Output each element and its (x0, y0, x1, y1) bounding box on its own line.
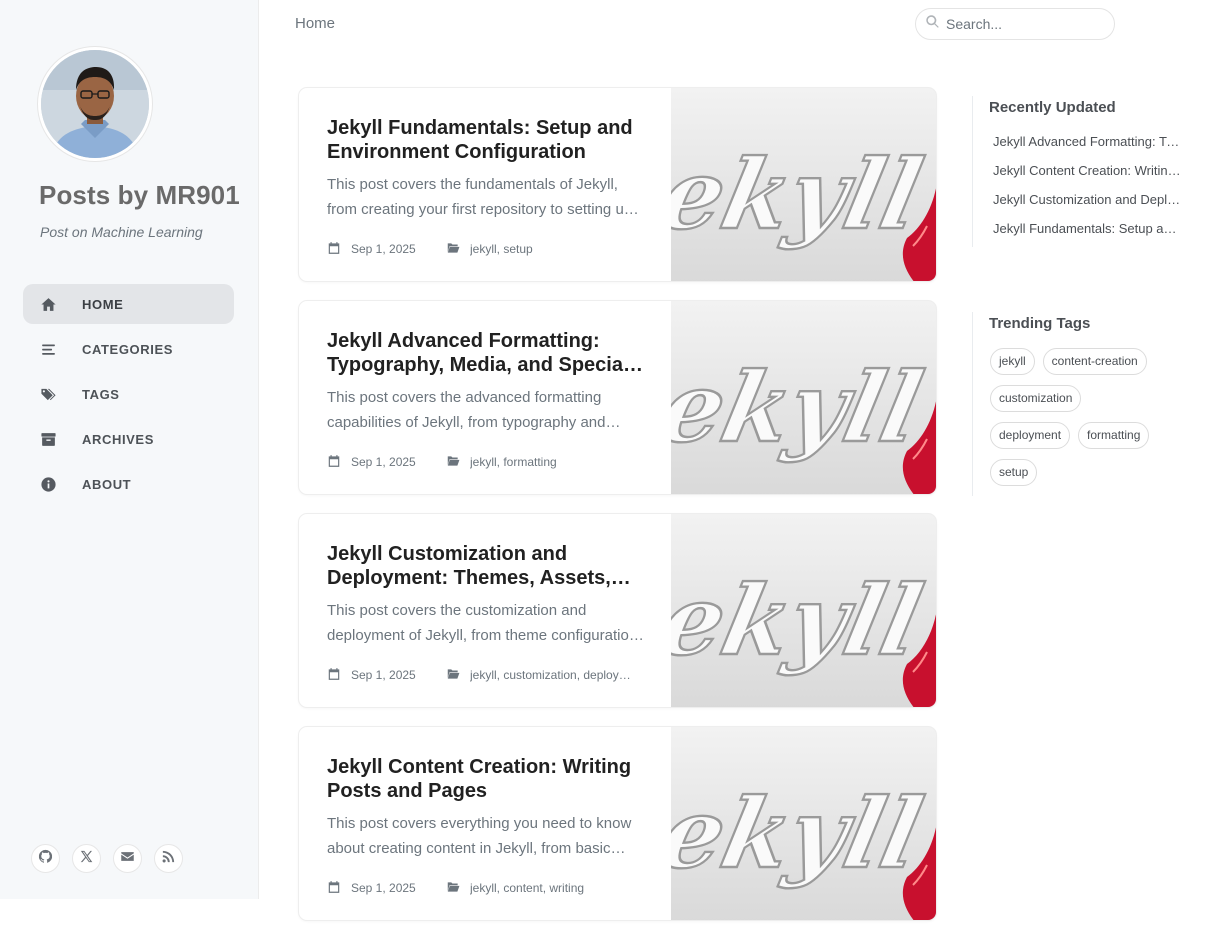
search-icon (925, 14, 946, 34)
sidebar-item-about[interactable]: ABOUT (23, 464, 234, 504)
post-categories: jekyll, customization, deployment (470, 667, 640, 682)
sidebar-item-label: ABOUT (82, 476, 132, 492)
sidebar-item-label: CATEGORIES (82, 341, 173, 357)
github-icon (38, 849, 53, 869)
avatar-photo (41, 50, 149, 158)
calendar-icon (327, 880, 342, 895)
sidebar-item-label: TAGS (82, 386, 120, 402)
folder-open-icon (446, 454, 461, 469)
breadcrumb[interactable]: Home (295, 15, 335, 32)
site-title[interactable]: Posts by MR901 (39, 180, 240, 211)
recent-post-link[interactable]: Jekyll Customization and Deployment: The… (993, 192, 1183, 221)
post-date: Sep 1, 2025 (351, 880, 416, 895)
stream-icon (39, 340, 57, 358)
sidebar-item-label: ARCHIVES (82, 431, 154, 447)
post-thumbnail: jekyll (671, 727, 936, 920)
sidebar-nav: HOME CATEGORIES TAGS ARCHIVES ABOUT (23, 284, 234, 509)
post-categories: jekyll, setup (470, 241, 533, 256)
sidebar-item-label: HOME (82, 296, 124, 312)
sidebar-item-archives[interactable]: ARCHIVES (23, 419, 234, 459)
search-input[interactable] (946, 16, 1106, 32)
post-list: Jekyll Fundamentals: Setup and Environme… (298, 87, 937, 939)
github-link[interactable] (31, 844, 60, 873)
recently-updated-heading: Recently Updated (989, 99, 1116, 116)
post-thumbnail: jekyll (671, 301, 936, 494)
jekyll-logo-text: jekyll (671, 138, 931, 251)
info-circle-icon (39, 475, 57, 493)
post-thumbnail: jekyll (671, 514, 936, 707)
site-subtitle: Post on Machine Learning (40, 224, 203, 240)
sidebar: Posts by MR901 Post on Machine Learning … (0, 0, 259, 899)
post-excerpt: This post covers everything you need to … (327, 815, 632, 857)
calendar-icon (327, 667, 342, 682)
tag-content-creation[interactable]: content-creation (1042, 348, 1147, 375)
trending-tags-panel: Trending Tags jekyll content-creation cu… (972, 312, 1186, 496)
post-meta: Sep 1, 2025 jekyll, setup (327, 241, 647, 256)
trending-tags-heading: Trending Tags (989, 315, 1091, 332)
post-card[interactable]: Jekyll Advanced Formatting: Typography, … (298, 300, 937, 495)
sidebar-item-categories[interactable]: CATEGORIES (23, 329, 234, 369)
email-link[interactable] (113, 844, 142, 873)
post-excerpt: This post covers the fundamentals of Jek… (327, 176, 633, 218)
post-meta: Sep 1, 2025 jekyll, content, writing (327, 880, 647, 895)
recent-post-link[interactable]: Jekyll Content Creation: Writing Posts a… (993, 163, 1183, 192)
twitter-link[interactable] (72, 844, 101, 873)
post-excerpt: This post covers the advanced formatting… (327, 389, 606, 431)
tag-jekyll[interactable]: jekyll (990, 348, 1035, 375)
post-meta: Sep 1, 2025 jekyll, formatting (327, 454, 647, 469)
post-title[interactable]: Jekyll Customization and Deployment: The… (327, 542, 645, 590)
archive-icon (39, 430, 57, 448)
sidebar-item-home[interactable]: HOME (23, 284, 234, 324)
folder-open-icon (446, 880, 461, 895)
post-card[interactable]: Jekyll Content Creation: Writing Posts a… (298, 726, 937, 921)
post-card[interactable]: Jekyll Customization and Deployment: The… (298, 513, 937, 708)
email-icon (120, 849, 135, 869)
recently-updated-panel: Recently Updated Jekyll Advanced Formatt… (972, 96, 1186, 247)
post-title[interactable]: Jekyll Advanced Formatting: Typography, … (327, 329, 645, 377)
tag-deployment[interactable]: deployment (990, 422, 1071, 449)
post-title[interactable]: Jekyll Content Creation: Writing Posts a… (327, 755, 645, 803)
recent-post-link[interactable]: Jekyll Fundamentals: Setup and Environme… (993, 221, 1183, 250)
rss-icon (161, 849, 176, 869)
home-icon (39, 295, 57, 313)
tags-icon (39, 385, 57, 403)
search-box[interactable] (915, 8, 1115, 40)
post-excerpt: This post covers the customization and d… (327, 602, 638, 644)
post-meta: Sep 1, 2025 jekyll, customization, deplo… (327, 667, 647, 682)
post-thumbnail: jekyll (671, 88, 936, 281)
tag-setup[interactable]: setup (990, 459, 1038, 486)
folder-open-icon (446, 667, 461, 682)
post-date: Sep 1, 2025 (351, 454, 416, 469)
jekyll-logo-text: jekyll (671, 351, 931, 464)
rss-link[interactable] (154, 844, 183, 873)
folder-open-icon (446, 241, 461, 256)
jekyll-logo-text: jekyll (671, 777, 931, 890)
tag-formatting[interactable]: formatting (1078, 422, 1150, 449)
calendar-icon (327, 241, 342, 256)
recent-post-link[interactable]: Jekyll Advanced Formatting: Typography, … (993, 134, 1183, 163)
calendar-icon (327, 454, 342, 469)
social-links (31, 844, 195, 873)
post-categories: jekyll, formatting (470, 454, 557, 469)
tag-customization[interactable]: customization (990, 385, 1082, 412)
post-date: Sep 1, 2025 (351, 667, 416, 682)
jekyll-logo-text: jekyll (671, 564, 931, 677)
post-categories: jekyll, content, writing (470, 880, 585, 895)
post-card[interactable]: Jekyll Fundamentals: Setup and Environme… (298, 87, 937, 282)
x-twitter-icon (79, 849, 94, 869)
tag-cloud: jekyll content-creation customization de… (990, 348, 1175, 496)
post-date: Sep 1, 2025 (351, 241, 416, 256)
avatar[interactable] (38, 47, 152, 161)
post-title[interactable]: Jekyll Fundamentals: Setup and Environme… (327, 116, 645, 164)
sidebar-item-tags[interactable]: TAGS (23, 374, 234, 414)
